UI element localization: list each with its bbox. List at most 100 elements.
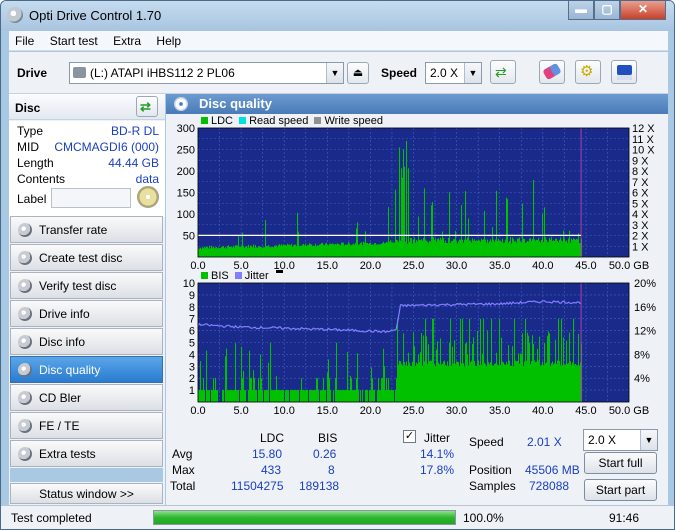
refresh-disc-button[interactable]: ⇄ [136, 96, 158, 117]
nav-disc-quality[interactable]: Disc quality [10, 356, 163, 383]
bar [571, 238, 573, 257]
label-disc-button[interactable] [137, 186, 159, 208]
bar [443, 361, 445, 402]
legend-swatch-jitter [234, 272, 242, 279]
bar [492, 227, 494, 257]
start-full-button[interactable]: Start full [584, 452, 657, 474]
toolbar: Drive (L:) ATAPI iHBS112 2 PL06 ▼ ⏏ Spee… [9, 52, 668, 94]
bar [546, 239, 548, 257]
bar [389, 390, 391, 402]
jitter-checkbox[interactable]: ✓ [403, 430, 416, 443]
x-tick-label: 35.0 [489, 405, 510, 417]
bar [339, 390, 341, 402]
bar [303, 243, 305, 257]
bar [455, 230, 457, 257]
bar [318, 245, 320, 257]
bar [422, 365, 424, 402]
menu-extra[interactable]: Extra [107, 31, 147, 48]
bar [479, 365, 481, 402]
bar [361, 242, 363, 257]
bar [298, 390, 300, 402]
bar [272, 246, 274, 257]
bar [327, 244, 329, 257]
nav-transfer-rate[interactable]: Transfer rate [10, 216, 163, 243]
bar [568, 363, 570, 402]
x-tick-label: 10.0 [273, 405, 294, 417]
bar [478, 360, 480, 402]
disc-icon [18, 251, 32, 265]
nav-fe-te[interactable]: FE / TE [10, 412, 163, 439]
x-tick-label: 15.0 [317, 260, 338, 272]
bar [462, 239, 464, 257]
nav-extra-tests[interactable]: Extra tests [10, 440, 163, 467]
bar [344, 390, 346, 402]
bar [523, 238, 525, 257]
bar [506, 361, 508, 402]
bar [500, 365, 502, 402]
bar [535, 240, 537, 257]
minimize-button[interactable]: ▬ [568, 1, 594, 20]
bar [552, 241, 554, 257]
bar [501, 337, 503, 402]
maximize-button[interactable]: ▢ [594, 1, 620, 20]
bar [329, 378, 331, 402]
bar [348, 242, 350, 257]
bar [444, 360, 446, 402]
bar [313, 390, 315, 402]
bar [218, 247, 220, 257]
bar [263, 247, 265, 257]
disc-value: BD-R DL [110, 124, 159, 138]
bar [539, 336, 541, 402]
settings-button[interactable]: ⚙ [575, 60, 601, 84]
close-button[interactable]: ✕ [620, 1, 666, 20]
bar [320, 390, 322, 402]
disc-icon [18, 335, 32, 349]
refresh-speed-button[interactable]: ⇄ [490, 60, 516, 84]
bar [305, 390, 307, 402]
nav-create-test-disc[interactable]: Create test disc [10, 244, 163, 271]
speed-select[interactable]: 2.0 X ▼ [425, 62, 482, 84]
bar [414, 346, 416, 402]
menu-file[interactable]: File [9, 31, 40, 48]
bar [468, 218, 470, 257]
bar [509, 241, 511, 257]
drive-select[interactable]: (L:) ATAPI iHBS112 2 PL06 ▼ [69, 62, 344, 84]
bar [412, 243, 414, 257]
nav-cd-bler[interactable]: CD Bler [10, 384, 163, 411]
nav-verify-test-disc[interactable]: Verify test disc [10, 272, 163, 299]
bar [362, 390, 364, 402]
bar [578, 233, 580, 257]
eject-button[interactable]: ⏏ [347, 62, 369, 84]
nav-label: Drive info [39, 307, 90, 321]
bar [415, 242, 417, 257]
speed-label: Speed [381, 66, 418, 80]
bar [510, 365, 512, 402]
label-input[interactable] [51, 188, 131, 208]
bar [561, 240, 563, 257]
bar [417, 241, 419, 257]
bar [222, 390, 224, 402]
bar [244, 247, 246, 257]
menu-start-test[interactable]: Start test [44, 31, 104, 48]
bar [259, 246, 261, 257]
erase-button[interactable] [539, 60, 565, 84]
disc-value: 44.44 GB [108, 156, 159, 170]
nav-drive-info[interactable]: Drive info [10, 300, 163, 327]
test-speed-select[interactable]: 2.0 X ▼ [583, 429, 658, 451]
bar [433, 237, 435, 257]
bar [243, 246, 245, 257]
bar [234, 390, 236, 402]
nav-disc-info[interactable]: Disc info [10, 328, 163, 355]
menu-help[interactable]: Help [150, 31, 187, 48]
bar [508, 242, 510, 257]
save-button[interactable] [611, 60, 637, 84]
bar [413, 332, 415, 402]
bar [408, 352, 410, 402]
start-part-button[interactable]: Start part [584, 479, 657, 501]
bar [271, 247, 273, 257]
bar [525, 318, 527, 402]
disc-value: CMCMAGDI6 (000) [54, 140, 159, 154]
status-window-button[interactable]: Status window >> [10, 483, 163, 504]
bar [357, 222, 359, 257]
bar [220, 247, 222, 257]
